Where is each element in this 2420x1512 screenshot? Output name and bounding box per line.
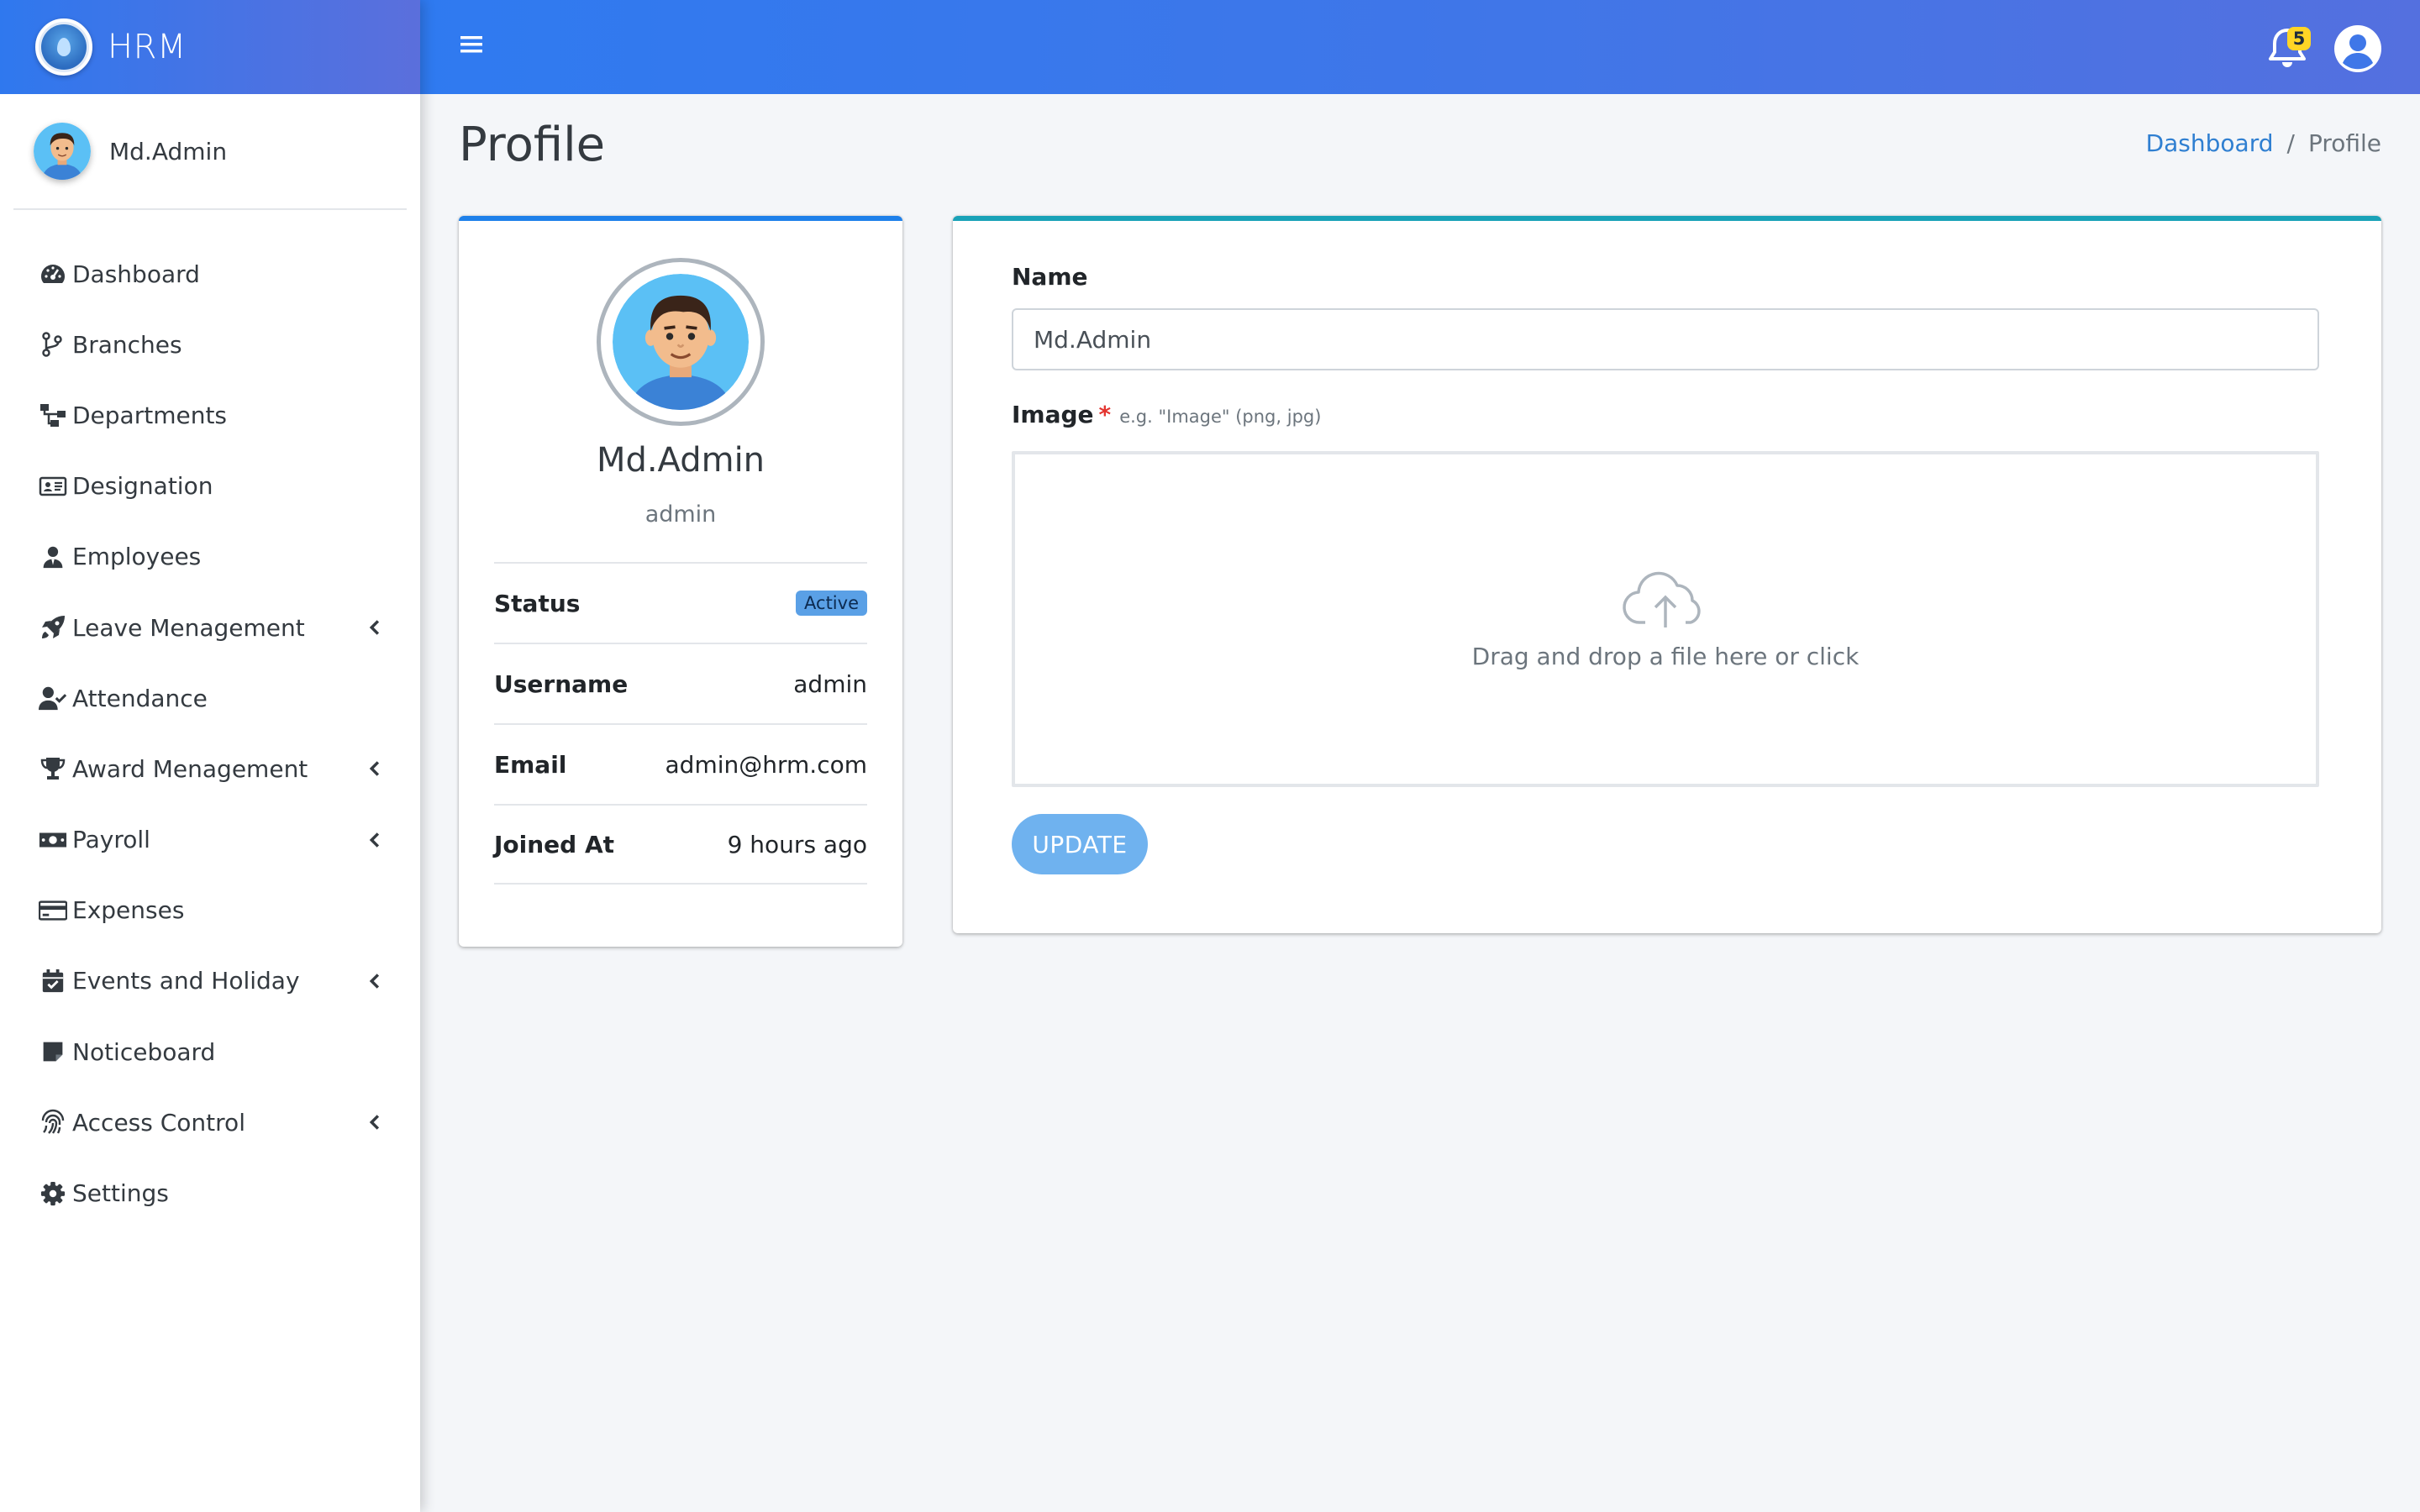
username-label: Username: [494, 669, 629, 698]
sidebar-item-events-and-holiday[interactable]: Events and Holiday: [0, 946, 420, 1016]
breadcrumb-separator: /: [2286, 129, 2295, 157]
name-field-label: Name: [1012, 263, 1088, 291]
user-account-icon[interactable]: [2333, 24, 2383, 74]
username-value: admin: [793, 669, 867, 698]
sidebar-item-designation[interactable]: Designation: [0, 451, 420, 522]
breadcrumb-dashboard-link[interactable]: Dashboard: [2146, 129, 2274, 157]
sidebar-item-label: Access Control: [72, 1108, 245, 1137]
image-label-text: Image: [1012, 401, 1094, 428]
rocket-icon: [39, 613, 67, 642]
trophy-icon: [39, 754, 67, 783]
breadcrumb-current: Profile: [2307, 129, 2381, 157]
profile-info-list: Status Active Username admin Email admin…: [494, 562, 867, 885]
sidebar-item-label: Leave Menagement: [72, 613, 305, 642]
status-badge: Active: [796, 591, 867, 616]
avatar: [34, 123, 91, 180]
list-item: Status Active: [494, 562, 867, 643]
sidebar-item-label: Payroll: [72, 826, 150, 854]
sidebar-item-dashboard[interactable]: Dashboard: [0, 239, 420, 309]
sitemap-icon: [39, 401, 67, 429]
gear-icon: [39, 1179, 67, 1208]
sticky-note-icon: [39, 1037, 67, 1066]
cloud-upload-icon: [1622, 569, 1709, 629]
list-item: Username admin: [494, 643, 867, 723]
code-branch-icon: [39, 330, 67, 359]
user-tie-icon: [39, 543, 67, 571]
joined-at-label: Joined At: [494, 830, 615, 858]
sidebar-item-label: Award Menagement: [72, 754, 308, 783]
sidebar-item-attendance[interactable]: Attendance: [0, 663, 420, 733]
chevron-left-icon: [365, 1110, 383, 1134]
fingerprint-icon: [39, 1108, 67, 1137]
image-hint: e.g. "Image" (png, jpg): [1119, 407, 1322, 427]
sidebar-item-expenses[interactable]: Expenses: [0, 875, 420, 946]
joined-at-value: 9 hours ago: [727, 830, 867, 858]
profile-role: admin: [644, 501, 717, 528]
profile-card: Md.Admin admin Status Active Username ad…: [459, 216, 902, 947]
sidebar-item-label: Attendance: [72, 684, 208, 712]
image-field-label: Image * e.g. "Image" (png, jpg): [1012, 401, 1321, 428]
chevron-left-icon: [365, 969, 383, 993]
calendar-check-icon: [39, 967, 67, 995]
sidebar-item-label: Employees: [72, 543, 202, 571]
sidebar-user-name: Md.Admin: [109, 137, 228, 165]
update-button[interactable]: UPDATE: [1012, 814, 1148, 874]
required-mark: *: [1098, 401, 1112, 428]
sidebar-item-label: Events and Holiday: [72, 967, 300, 995]
page-title: Profile: [459, 118, 606, 172]
profile-form-card: Name Image* e.g. "Image" (png, jpg) Drag …: [953, 216, 2381, 933]
sidebar-item-payroll[interactable]: Payroll: [0, 805, 420, 875]
notification-count-badge: 5: [2287, 27, 2311, 50]
profile-avatar: [597, 258, 765, 426]
sidebar-item-departments[interactable]: Departments: [0, 380, 420, 450]
sidebar-item-noticeboard[interactable]: Noticeboard: [0, 1016, 420, 1087]
sidebar-item-label: Branches: [72, 330, 182, 359]
menu-toggle-icon[interactable]: [459, 32, 484, 57]
sidebar-item-branches[interactable]: Branches: [0, 309, 420, 380]
email-value: admin@hrm.com: [665, 750, 867, 779]
id-card-icon: [39, 472, 67, 501]
dropzone-text: Drag and drop a file here or click: [1471, 642, 1860, 670]
email-label: Email: [494, 750, 567, 779]
brand-link[interactable]: HRM: [0, 0, 420, 94]
sidebar-item-access-control[interactable]: Access Control: [0, 1087, 420, 1158]
sidebar-item-label: Dashboard: [72, 260, 200, 288]
profile-name: Md.Admin: [596, 441, 765, 480]
list-item: Joined At 9 hours ago: [494, 804, 867, 885]
image-dropzone[interactable]: Drag and drop a file here or click: [1012, 451, 2319, 787]
sidebar-item-label: Expenses: [72, 896, 185, 925]
user-panel[interactable]: Md.Admin: [13, 94, 407, 210]
sidebar-item-employees[interactable]: Employees: [0, 522, 420, 592]
brand-name: HRM: [108, 28, 187, 66]
top-navbar: 5: [420, 0, 2420, 94]
sidebar-item-label: Settings: [72, 1179, 169, 1208]
sidebar-item-label: Departments: [72, 401, 228, 429]
sidebar-item-award-management[interactable]: Award Menagement: [0, 733, 420, 804]
sidebar: HRM Md.Admin Dashboard Branches Departme…: [0, 0, 420, 1512]
sidebar-nav: Dashboard Branches Departments Designati…: [0, 210, 420, 1229]
user-check-icon: [39, 684, 67, 712]
credit-card-icon: [39, 896, 67, 925]
brand-logo: [35, 18, 92, 76]
chevron-left-icon: [365, 828, 383, 852]
sidebar-item-label: Designation: [72, 472, 213, 501]
chevron-left-icon: [365, 616, 383, 639]
money-bill-icon: [39, 826, 67, 854]
list-item: Email admin@hrm.com: [494, 723, 867, 804]
sidebar-item-settings[interactable]: Settings: [0, 1158, 420, 1228]
status-label: Status: [494, 589, 581, 617]
breadcrumb: Dashboard / Profile: [2146, 129, 2381, 157]
sidebar-item-leave-management[interactable]: Leave Menagement: [0, 592, 420, 663]
gauge-icon: [39, 260, 67, 288]
sidebar-item-label: Noticeboard: [72, 1037, 216, 1066]
chevron-left-icon: [365, 757, 383, 780]
name-input[interactable]: [1012, 308, 2319, 370]
